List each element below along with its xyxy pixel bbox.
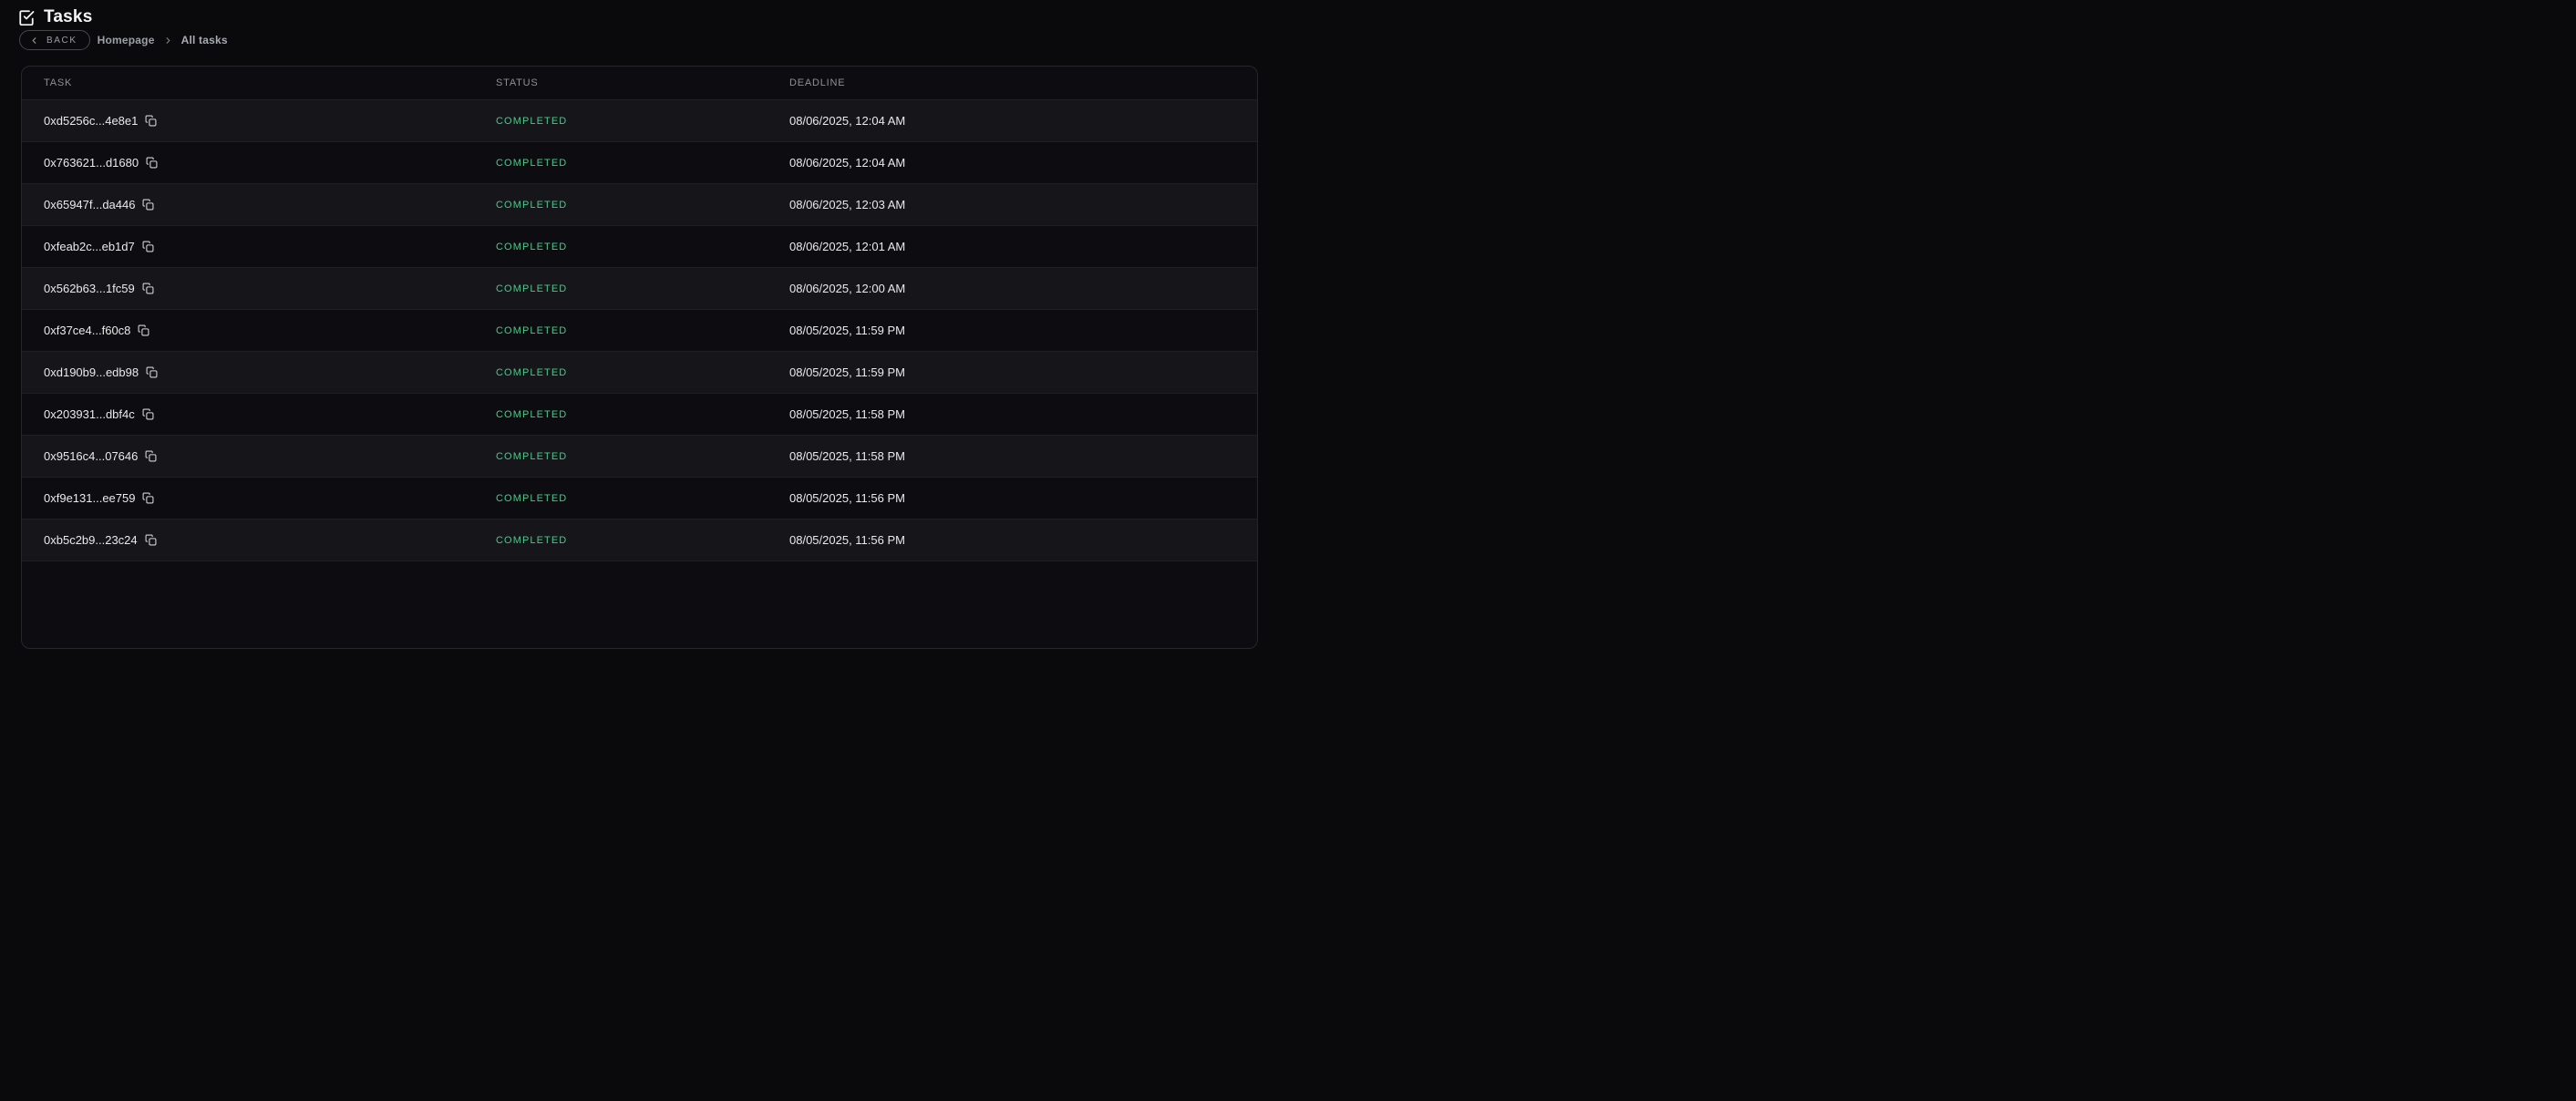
task-table-body: 0xd5256c...4e8e1 COMPLETED 08/06/2025, 1… bbox=[22, 100, 1257, 561]
copy-button[interactable] bbox=[138, 324, 149, 336]
tasks-table: TASK STATUS DEADLINE 0xd5256c...4e8e1 CO… bbox=[21, 66, 1258, 649]
task-hash: 0xf9e131...ee759 bbox=[44, 491, 135, 505]
task-hash: 0xd5256c...4e8e1 bbox=[44, 114, 138, 128]
table-row[interactable]: 0xd5256c...4e8e1 COMPLETED 08/06/2025, 1… bbox=[22, 100, 1257, 142]
copy-icon bbox=[142, 241, 154, 252]
copy-button[interactable] bbox=[145, 115, 157, 127]
task-cell: 0x65947f...da446 bbox=[44, 198, 496, 211]
task-cell: 0x763621...d1680 bbox=[44, 156, 496, 170]
table-row[interactable]: 0x763621...d1680 COMPLETED 08/06/2025, 1… bbox=[22, 142, 1257, 184]
status-value: COMPLETED bbox=[496, 409, 789, 420]
task-hash: 0x763621...d1680 bbox=[44, 156, 139, 170]
table-row[interactable]: 0xb5c2b9...23c24 COMPLETED 08/05/2025, 1… bbox=[22, 520, 1257, 561]
task-cell: 0xd190b9...edb98 bbox=[44, 365, 496, 379]
back-label: BACK bbox=[46, 36, 77, 46]
copy-icon bbox=[142, 492, 154, 504]
status-value: COMPLETED bbox=[496, 535, 789, 546]
task-hash: 0x562b63...1fc59 bbox=[44, 282, 135, 295]
copy-icon bbox=[145, 115, 157, 127]
deadline-value: 08/06/2025, 12:00 AM bbox=[789, 282, 1235, 295]
status-value: COMPLETED bbox=[496, 367, 789, 378]
task-cell: 0xf37ce4...f60c8 bbox=[44, 324, 496, 337]
deadline-value: 08/05/2025, 11:59 PM bbox=[789, 324, 1235, 337]
status-value: COMPLETED bbox=[496, 325, 789, 336]
breadcrumb-item-homepage[interactable]: Homepage bbox=[98, 34, 155, 46]
deadline-value: 08/05/2025, 11:59 PM bbox=[789, 365, 1235, 379]
table-row[interactable]: 0xfeab2c...eb1d7 COMPLETED 08/06/2025, 1… bbox=[22, 226, 1257, 268]
status-value: COMPLETED bbox=[496, 283, 789, 294]
task-hash: 0xb5c2b9...23c24 bbox=[44, 533, 138, 547]
copy-icon bbox=[142, 199, 154, 211]
page-title: Tasks bbox=[44, 7, 92, 27]
status-value: COMPLETED bbox=[496, 200, 789, 211]
status-value: COMPLETED bbox=[496, 242, 789, 252]
table-header: TASK STATUS DEADLINE bbox=[22, 67, 1257, 100]
task-hash: 0xd190b9...edb98 bbox=[44, 365, 139, 379]
copy-icon bbox=[138, 324, 149, 336]
column-header-status: STATUS bbox=[496, 77, 789, 88]
task-cell: 0xb5c2b9...23c24 bbox=[44, 533, 496, 547]
chevron-left-icon bbox=[29, 36, 39, 46]
table-row[interactable]: 0x9516c4...07646 COMPLETED 08/05/2025, 1… bbox=[22, 436, 1257, 478]
task-cell: 0xd5256c...4e8e1 bbox=[44, 114, 496, 128]
deadline-value: 08/06/2025, 12:03 AM bbox=[789, 198, 1235, 211]
copy-button[interactable] bbox=[142, 241, 154, 252]
copy-icon bbox=[142, 408, 154, 420]
copy-button[interactable] bbox=[142, 492, 154, 504]
copy-icon bbox=[146, 366, 158, 378]
copy-button[interactable] bbox=[146, 157, 158, 169]
copy-button[interactable] bbox=[142, 199, 154, 211]
task-hash: 0x65947f...da446 bbox=[44, 198, 135, 211]
deadline-value: 08/05/2025, 11:56 PM bbox=[789, 491, 1235, 505]
deadline-value: 08/05/2025, 11:56 PM bbox=[789, 533, 1235, 547]
task-cell: 0x9516c4...07646 bbox=[44, 449, 496, 463]
table-row[interactable]: 0x65947f...da446 COMPLETED 08/06/2025, 1… bbox=[22, 184, 1257, 226]
table-row[interactable]: 0xd190b9...edb98 COMPLETED 08/05/2025, 1… bbox=[22, 352, 1257, 394]
table-row[interactable]: 0x562b63...1fc59 COMPLETED 08/06/2025, 1… bbox=[22, 268, 1257, 310]
column-header-deadline: DEADLINE bbox=[789, 77, 1235, 88]
column-header-task: TASK bbox=[44, 77, 496, 88]
status-value: COMPLETED bbox=[496, 493, 789, 504]
copy-button[interactable] bbox=[142, 408, 154, 420]
copy-icon bbox=[145, 450, 157, 462]
task-cell: 0xf9e131...ee759 bbox=[44, 491, 496, 505]
task-cell: 0x562b63...1fc59 bbox=[44, 282, 496, 295]
task-hash: 0x9516c4...07646 bbox=[44, 449, 138, 463]
copy-icon bbox=[145, 534, 157, 546]
task-hash: 0xf37ce4...f60c8 bbox=[44, 324, 130, 337]
deadline-value: 08/06/2025, 12:01 AM bbox=[789, 240, 1235, 253]
breadcrumb: Homepage All tasks bbox=[98, 34, 228, 46]
breadcrumb-item-all-tasks: All tasks bbox=[181, 34, 228, 46]
copy-button[interactable] bbox=[142, 283, 154, 294]
table-row[interactable]: 0xf9e131...ee759 COMPLETED 08/05/2025, 1… bbox=[22, 478, 1257, 520]
nav-row: BACK Homepage All tasks bbox=[19, 30, 228, 50]
page-header: Tasks bbox=[18, 7, 92, 27]
table-row[interactable]: 0x203931...dbf4c COMPLETED 08/05/2025, 1… bbox=[22, 394, 1257, 436]
task-cell: 0x203931...dbf4c bbox=[44, 407, 496, 421]
copy-icon bbox=[146, 157, 158, 169]
deadline-value: 08/06/2025, 12:04 AM bbox=[789, 156, 1235, 170]
back-button[interactable]: BACK bbox=[19, 30, 90, 50]
check-square-icon bbox=[18, 9, 35, 26]
copy-button[interactable] bbox=[145, 534, 157, 546]
copy-button[interactable] bbox=[146, 366, 158, 378]
table-row[interactable]: 0xf37ce4...f60c8 COMPLETED 08/05/2025, 1… bbox=[22, 310, 1257, 352]
task-cell: 0xfeab2c...eb1d7 bbox=[44, 240, 496, 253]
status-value: COMPLETED bbox=[496, 158, 789, 169]
deadline-value: 08/05/2025, 11:58 PM bbox=[789, 449, 1235, 463]
deadline-value: 08/05/2025, 11:58 PM bbox=[789, 407, 1235, 421]
status-value: COMPLETED bbox=[496, 451, 789, 462]
copy-icon bbox=[142, 283, 154, 294]
chevron-right-icon bbox=[163, 36, 173, 46]
task-hash: 0xfeab2c...eb1d7 bbox=[44, 240, 135, 253]
status-value: COMPLETED bbox=[496, 116, 789, 127]
copy-button[interactable] bbox=[145, 450, 157, 462]
task-hash: 0x203931...dbf4c bbox=[44, 407, 135, 421]
deadline-value: 08/06/2025, 12:04 AM bbox=[789, 114, 1235, 128]
